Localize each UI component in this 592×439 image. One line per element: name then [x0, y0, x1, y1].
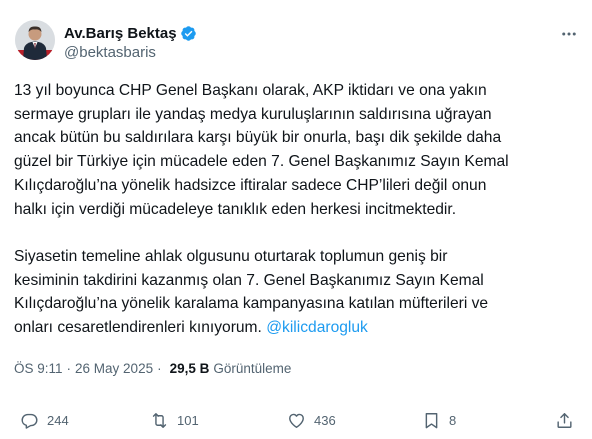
tweet-date[interactable]: 26 May 2025: [75, 361, 153, 376]
tweet-line-last: onları cesaretlendirenleri kınıyorum. @k…: [14, 316, 584, 340]
bookmark-count: 8: [449, 412, 457, 428]
bookmark-icon: [425, 412, 438, 428]
tweet-line: ancak bütün bu saldırılara karşı büyük b…: [14, 129, 502, 147]
repost-button[interactable]: 101: [150, 405, 199, 435]
more-options-icon[interactable]: [557, 23, 581, 45]
tweet-line: Kılıçdaroğlu’na yönelik hadsizce iftiral…: [14, 176, 487, 194]
views-count[interactable]: 29,5 B: [170, 361, 210, 376]
repost-count: 101: [177, 412, 199, 428]
action-bar: 244 101 436 8: [0, 405, 592, 435]
repost-icon: [152, 412, 167, 428]
reply-count: 244: [47, 412, 69, 428]
verified-badge-icon: [180, 25, 197, 42]
views-label: Görüntüleme: [213, 361, 292, 376]
tweet-line: Siyasetin temeline ahlak olgusunu oturta…: [14, 247, 448, 265]
avatar[interactable]: [15, 20, 55, 60]
share-button[interactable]: [555, 405, 574, 435]
bookmark-button[interactable]: 8: [422, 405, 456, 435]
avatar-image: [15, 20, 55, 60]
tweet-line: güzel bir Türkiye için mücadele eden 7. …: [14, 153, 509, 171]
meta-separator: ·: [66, 361, 72, 376]
tweet-text: 13 yıl boyunca CHP Genel Başkanı olarak,…: [14, 79, 584, 340]
tweet-line: Kılıçdaroğlu’na yönelik karalama kampany…: [14, 295, 489, 313]
tweet-meta: ÖS 9:11 · 26 May 2025 · 29,5 B Görüntüle…: [14, 361, 291, 376]
tweet-card: Av.Barış Bektaş @bektasbaris 13 yıl boyu…: [0, 0, 592, 439]
like-button[interactable]: 436: [287, 405, 336, 435]
author-handle[interactable]: @bektasbaris: [64, 44, 156, 61]
meta-separator: ·: [157, 361, 162, 376]
author-display-name[interactable]: Av.Barış Bektaş: [64, 25, 177, 42]
heart-icon: [289, 413, 304, 428]
tweet-line: 13 yıl boyunca CHP Genel Başkanı olarak,…: [14, 82, 487, 99]
like-count: 436: [314, 412, 336, 428]
share-icon: [557, 412, 572, 428]
tweet-line-text: onları cesaretlendirenleri kınıyorum.: [14, 319, 267, 337]
tweet-line: kesiminin takdirini kazanmış olan 7. Gen…: [14, 271, 484, 289]
author-name-row[interactable]: Av.Barış Bektaş: [64, 24, 197, 42]
tweet-line: sermaye grupları ile yandaş medya kurulu…: [14, 105, 492, 123]
reply-icon: [21, 413, 38, 429]
mention-link[interactable]: @kilicdarogluk: [266, 319, 368, 336]
tweet-line: halkı için verdiği mücadeleye tanıklık e…: [14, 200, 457, 218]
tweet-time[interactable]: ÖS 9:11: [14, 361, 63, 376]
reply-button[interactable]: 244: [20, 405, 69, 435]
